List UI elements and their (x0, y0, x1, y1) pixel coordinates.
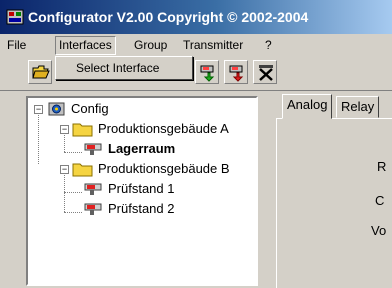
transmitter-icon (84, 202, 104, 221)
tree-line (64, 192, 82, 193)
delete-button[interactable] (253, 60, 277, 84)
title-bar[interactable]: Configurator V2.00 Copyright © 2002-2004 (0, 0, 392, 34)
menu-help[interactable]: ? (262, 37, 275, 53)
menu-transmitter[interactable]: Transmitter (180, 37, 246, 53)
tab-analog[interactable]: Analog (282, 94, 333, 119)
tree-label-group-a: Produktionsgebäude A (98, 121, 229, 136)
interfaces-dropdown: Select Interface (55, 56, 193, 80)
window-title: Configurator V2.00 Copyright © 2002-2004 (28, 9, 309, 25)
add-transmitter-button[interactable] (195, 60, 219, 84)
menu-bar: File Interfaces Group Transmitter ? (0, 34, 392, 56)
menu-interfaces[interactable]: Interfaces (55, 36, 116, 55)
tree-label-pruefstand-1: Prüfstand 1 (108, 181, 175, 196)
clipped-label: C (375, 193, 385, 208)
transmitter-icon (84, 142, 104, 161)
collapse-icon[interactable]: − (34, 105, 43, 114)
tree-line (64, 152, 82, 153)
tree-line (64, 132, 65, 152)
tree-label-pruefstand-2: Prüfstand 2 (108, 201, 175, 216)
folder-icon (72, 161, 94, 182)
menu-select-interface[interactable]: Select Interface (76, 61, 159, 75)
tab-page: R C Vo (276, 118, 392, 288)
remove-transmitter-button[interactable] (224, 60, 248, 84)
menu-group[interactable]: Group (131, 37, 170, 53)
tab-relay[interactable]: Relay (336, 96, 380, 118)
tree-label-lagerraum: Lagerraum (108, 141, 176, 156)
collapse-icon[interactable]: − (60, 125, 69, 134)
tree-line (38, 112, 39, 164)
properties-panel: Analog Relay R C Vo (276, 94, 392, 288)
tree-label-config: Config (71, 101, 109, 116)
menu-file[interactable]: File (4, 37, 29, 53)
tree-line (64, 212, 82, 213)
collapse-icon[interactable]: − (60, 165, 69, 174)
config-tree[interactable]: − Config − Produktionsgebäude A Lagerrau… (26, 96, 258, 286)
tree-label-group-b: Produktionsgebäude B (98, 161, 230, 176)
app-icon (6, 8, 24, 26)
open-button[interactable] (28, 60, 52, 84)
transmitter-icon (84, 182, 104, 201)
clipped-label: R (377, 159, 387, 174)
clipped-label: Vo (371, 223, 387, 238)
folder-icon (72, 121, 94, 142)
config-icon (48, 101, 66, 122)
